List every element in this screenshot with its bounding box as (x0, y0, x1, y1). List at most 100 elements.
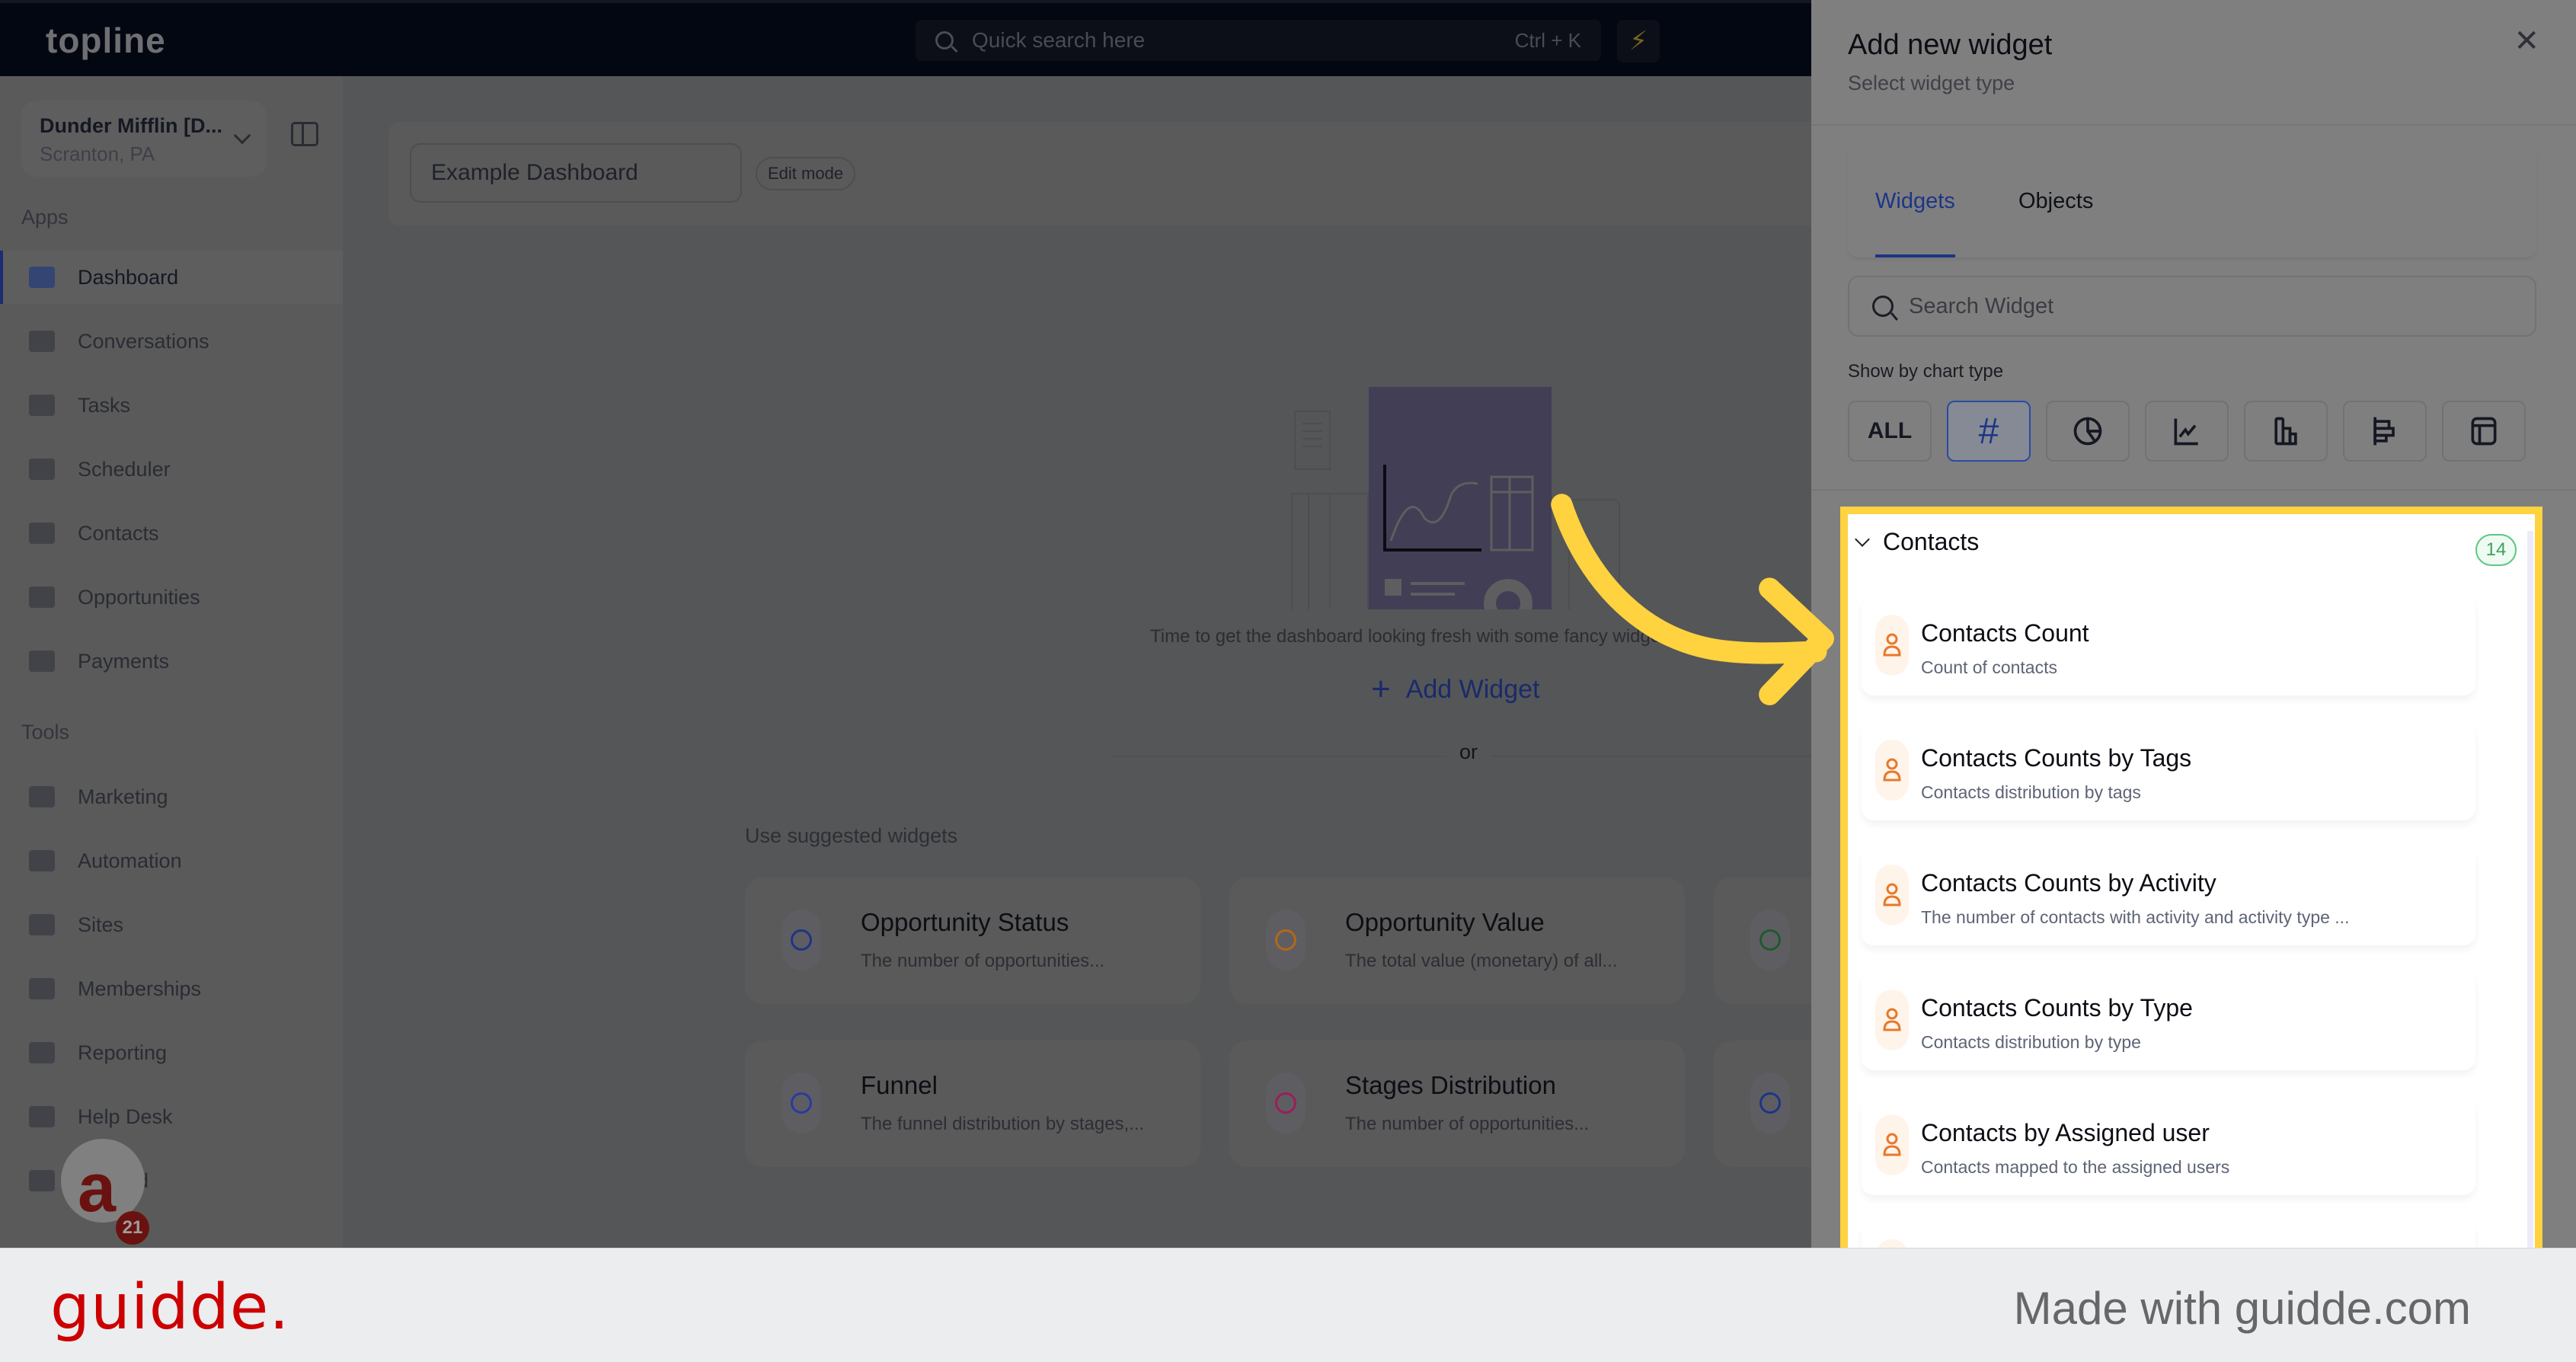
chart-type-all-button[interactable]: ALL (1848, 401, 1932, 462)
chart-type-filter: ALL # (1848, 401, 2526, 462)
plus-icon: + (1371, 670, 1391, 708)
chart-type-line-button[interactable] (2145, 401, 2229, 462)
sidebar-item-tasks[interactable]: Tasks (0, 379, 343, 432)
sidebar-item-payments[interactable]: Payments (0, 635, 343, 688)
search-widget-input[interactable]: Search Widget (1848, 276, 2536, 337)
sidebar-item-memberships[interactable]: Memberships (0, 962, 343, 1015)
guidde-footer: guidde. Made with guidde.com (0, 1248, 2576, 1362)
widget-description: Count of contacts (1921, 657, 2057, 677)
search-shortcut: Ctrl + K (1514, 28, 1581, 52)
add-widget-button[interactable]: + Add Widget (1371, 670, 1539, 708)
chart-type-table-button[interactable] (2442, 401, 2526, 462)
quick-actions-button[interactable]: ⚡ (1617, 20, 1660, 62)
widget-title: Contacts Count (1921, 619, 2089, 647)
sidebar-item-label: Opportunities (78, 585, 200, 609)
clipboard-check-icon (1750, 1073, 1790, 1133)
sidebar-item-conversations[interactable]: Conversations (0, 315, 343, 368)
suggested-widget-card[interactable]: Opportunity Value The total value (moneta… (1229, 878, 1685, 1004)
guidde-logo: guidde. (50, 1271, 290, 1344)
sidebar-item-reporting[interactable]: Reporting (0, 1026, 343, 1079)
card-title: Stages Distribution (1345, 1071, 1556, 1099)
quick-search-input[interactable]: Quick search here Ctrl + K (916, 20, 1601, 61)
top-header: topline Quick search here Ctrl + K ⚡ (0, 0, 1811, 76)
sidebar-item-label: Conversations (78, 329, 209, 353)
empty-state-message: Time to get the dashboard looking fresh … (1150, 626, 1681, 647)
chart-type-pie-button[interactable] (2046, 401, 2130, 462)
widget-item[interactable]: Contacts by Assigned user Contacts mapped… (1862, 1096, 2475, 1195)
widget-description: Contacts distribution by type (1921, 1032, 2141, 1052)
person-icon (1875, 990, 1909, 1050)
divider (1811, 489, 2576, 491)
chat-bubbles-icon (29, 331, 55, 352)
suggested-widget-card[interactable]: Funnel The funnel distribution by stages,… (745, 1041, 1200, 1167)
widget-item[interactable]: Contacts Counts by Tags Contacts distribu… (1862, 721, 2475, 820)
avatar-letter: a (78, 1150, 117, 1223)
widget-tabs: Widgets Objects (1848, 152, 2536, 257)
widget-item[interactable]: Contacts Count Count of contacts (1862, 596, 2475, 695)
chart-type-horizontal-bar-button[interactable] (2343, 401, 2427, 462)
sidebar-item-automation[interactable]: Automation (0, 834, 343, 887)
mail-folder-icon (29, 1170, 55, 1191)
sidebar-item-help-desk[interactable]: Help Desk (0, 1090, 343, 1143)
chart-type-label: Show by chart type (1848, 361, 2004, 382)
chart-type-number-button[interactable]: # (1947, 401, 2031, 462)
sidebar-item-contacts[interactable]: Contacts (0, 507, 343, 560)
widget-description: The number of contacts with activity and… (1921, 907, 2350, 927)
scrollbar[interactable] (2527, 531, 2533, 1268)
search-widget-placeholder: Search Widget (1909, 293, 2054, 318)
made-with-text: Made with guidde.com (2013, 1283, 2471, 1334)
close-icon[interactable]: ✕ (2514, 26, 2539, 56)
sidebar-item-mailfold[interactable]: Mailfold (0, 1154, 343, 1207)
card-description: The funnel distribution by stages,... (861, 1114, 1145, 1134)
count-badge: 14 (2475, 534, 2517, 566)
sidebar-item-dashboard[interactable]: Dashboard (0, 251, 343, 304)
hash-icon: # (1978, 411, 1999, 452)
card-description: The total value (monetary) of all... (1345, 951, 1618, 971)
dashboard-toolbar: Example Dashboard Edit mode (388, 122, 1811, 225)
target-icon (29, 587, 55, 608)
pie-slice-icon (1266, 1073, 1306, 1133)
card-title: Opportunity Value (1345, 908, 1545, 936)
tools-section-label: Tools (21, 721, 70, 743)
chart-type-bar-button[interactable] (2244, 401, 2328, 462)
avatar[interactable]: a (61, 1139, 145, 1223)
divider (1811, 124, 2576, 126)
suggested-widgets-label: Use suggested widgets (745, 824, 958, 847)
widget-description: Contacts distribution by tags (1921, 782, 2141, 802)
quick-search-placeholder: Quick search here (972, 28, 1146, 52)
widget-title: Contacts by Assigned user (1921, 1119, 2210, 1146)
bar-chart-icon (2274, 417, 2297, 446)
sidebar-item-label: Tasks (78, 393, 131, 417)
sidebar: Dunder Mifflin [D... Scranton, PA Apps D… (0, 76, 343, 1248)
widget-item[interactable]: Contacts Counts by Activity The number of… (1862, 846, 2475, 945)
tab-widgets[interactable]: Widgets (1875, 189, 1955, 257)
megaphone-icon (29, 786, 55, 807)
edit-mode-badge[interactable]: Edit mode (756, 157, 856, 190)
all-label: ALL (1867, 418, 1913, 443)
credit-card-icon (29, 651, 55, 672)
suggested-widget-card[interactable]: Stages Distribution The number of opportu… (1229, 1041, 1685, 1167)
sidebar-item-label: Payments (78, 649, 170, 673)
dashboard-name-input[interactable]: Example Dashboard (410, 143, 742, 203)
sidebar-item-opportunities[interactable]: Opportunities (0, 571, 343, 624)
pie-chart-icon (2073, 417, 2102, 446)
widget-description: Contacts mapped to the assigned users (1921, 1157, 2230, 1177)
sidebar-item-label: Automation (78, 849, 182, 872)
widget-item[interactable]: Contacts Counts by Type Contacts distribu… (1862, 971, 2475, 1070)
apps-section-label: Apps (21, 206, 69, 229)
card-description: The number of opportunities... (1345, 1114, 1590, 1134)
contacts-group-toggle[interactable]: Contacts (1855, 528, 1979, 556)
globe-cursor-icon (29, 914, 55, 935)
sidebar-item-marketing[interactable]: Marketing (0, 770, 343, 823)
empty-dashboard-illustration (1291, 387, 1620, 609)
person-icon (1875, 865, 1909, 926)
panel-title: Add new widget (1848, 29, 2053, 61)
sidebar-collapse-icon[interactable] (291, 122, 318, 146)
location-switcher[interactable]: Dunder Mifflin [D... Scranton, PA (21, 101, 267, 177)
sidebar-item-scheduler[interactable]: Scheduler (0, 443, 343, 496)
tab-objects[interactable]: Objects (2018, 189, 2093, 257)
topline-logo[interactable]: topline (46, 20, 166, 61)
task-file-icon (29, 395, 55, 416)
suggested-widget-card[interactable]: Opportunity Status The number of opportun… (745, 878, 1200, 1004)
sidebar-item-sites[interactable]: Sites (0, 898, 343, 951)
